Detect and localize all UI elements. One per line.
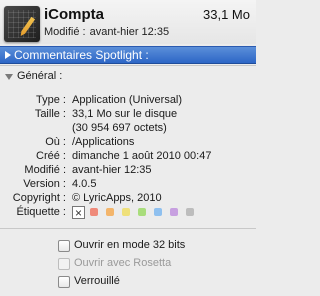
- info-value: Application (Universal): [72, 94, 183, 106]
- info-value: (30 954 697 octets): [72, 122, 167, 134]
- info-key: Type :: [36, 94, 66, 106]
- header-modified: Modifié : avant-hier 12:35: [44, 26, 169, 38]
- info-row-modified: Modifié : avant-hier 12:35: [0, 164, 256, 177]
- disclosure-triangle-down-icon[interactable]: [5, 74, 13, 80]
- open-32bit-label: Ouvrir en mode 32 bits: [74, 239, 186, 251]
- info-value: © LyricApps, 2010: [72, 192, 162, 204]
- modified-value: avant-hier 12:35: [89, 26, 170, 38]
- info-row-copyright: Copyright : © LyricApps, 2010: [0, 192, 256, 205]
- app-size: 33,1 Mo: [203, 7, 250, 22]
- label-gray-swatch[interactable]: [186, 208, 194, 216]
- divider: [0, 65, 256, 66]
- icompta-app-icon: [4, 6, 40, 42]
- spotlight-comments-label: Commentaires Spotlight :: [14, 48, 149, 62]
- info-header: iCompta 33,1 Mo Modifié : avant-hier 12:3…: [0, 0, 256, 44]
- info-row-created: Créé : dimanche 1 août 2010 00:47: [0, 150, 256, 163]
- info-value: 4.0.5: [72, 178, 97, 190]
- info-row-size: Taille : 33,1 Mo sur le disque: [0, 108, 256, 121]
- label-none-swatch[interactable]: ×: [72, 206, 85, 220]
- info-row-where: Où : /Applications: [0, 136, 256, 149]
- info-row-size-bytes: (30 954 697 octets): [0, 122, 256, 135]
- open-32bit-checkbox[interactable]: [58, 240, 70, 252]
- label-green-swatch[interactable]: [138, 208, 146, 216]
- label-orange-swatch[interactable]: [106, 208, 114, 216]
- locked-checkbox[interactable]: [58, 276, 70, 288]
- label-key: Étiquette :: [16, 206, 66, 218]
- general-section-title: Général :: [17, 70, 63, 82]
- info-value: dimanche 1 août 2010 00:47: [72, 150, 212, 162]
- info-key: Version :: [23, 178, 66, 190]
- info-value: /Applications: [72, 136, 135, 148]
- label-red-swatch[interactable]: [90, 208, 98, 216]
- info-key: Modifié :: [24, 164, 66, 176]
- disclosure-triangle-right-icon[interactable]: [5, 51, 11, 59]
- info-row-type: Type : Application (Universal): [0, 94, 256, 107]
- divider: [0, 228, 256, 229]
- app-name: iCompta: [44, 6, 104, 23]
- spotlight-comments-section[interactable]: Commentaires Spotlight :: [0, 46, 256, 64]
- info-row-version: Version : 4.0.5: [0, 178, 256, 191]
- general-section-header[interactable]: Général :: [0, 70, 256, 84]
- open-rosetta-checkbox: [58, 258, 70, 270]
- info-key: Taille :: [34, 108, 66, 120]
- close-icon: ×: [75, 206, 83, 220]
- label-picker: Étiquette : ×: [0, 206, 256, 222]
- label-blue-swatch[interactable]: [154, 208, 162, 216]
- info-key: Où :: [45, 136, 66, 148]
- locked-label: Verrouillé: [74, 275, 120, 287]
- info-value: 33,1 Mo sur le disque: [72, 108, 178, 120]
- label-purple-swatch[interactable]: [170, 208, 178, 216]
- info-key: Copyright :: [12, 192, 66, 204]
- modified-label: Modifié :: [44, 26, 86, 38]
- label-yellow-swatch[interactable]: [122, 208, 130, 216]
- info-value: avant-hier 12:35: [72, 164, 152, 176]
- info-key: Créé :: [36, 150, 66, 162]
- open-rosetta-label: Ouvrir avec Rosetta: [74, 257, 172, 269]
